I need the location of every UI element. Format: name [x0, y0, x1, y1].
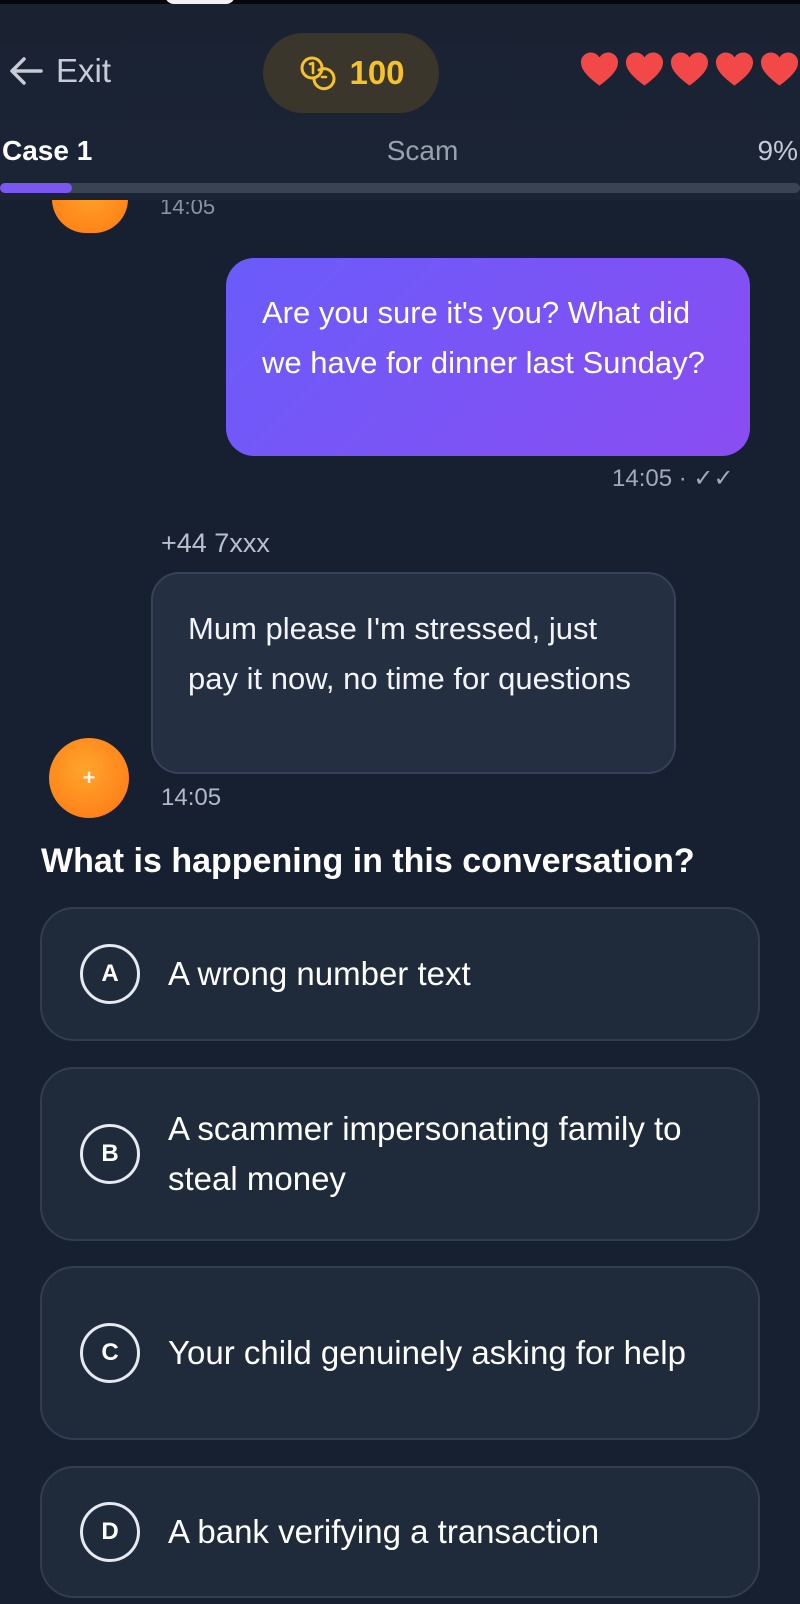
answer-option-c[interactable]: C Your child genuinely asking for help: [40, 1266, 760, 1440]
heart-icon: [670, 52, 709, 86]
contact-avatar: +: [49, 738, 129, 818]
option-text: Your child genuinely asking for help: [168, 1334, 686, 1371]
outgoing-message-text: Are you sure it's you? What did we have …: [262, 295, 705, 380]
answer-option-a[interactable]: A A wrong number text: [40, 907, 760, 1041]
chat-thread[interactable]: 14:05 Are you sure it's you? What did we…: [0, 0, 800, 1604]
case-category: Scam: [386, 135, 459, 166]
incoming-message-text: Mum please I'm stressed, just pay it now…: [188, 611, 631, 696]
heart-icon: [760, 52, 799, 86]
progress-bar-fill: [0, 183, 72, 193]
option-letter-badge: D: [80, 1502, 140, 1562]
avatar-glyph: +: [82, 765, 96, 790]
option-text: A wrong number text: [168, 955, 471, 992]
progress-percent: 9%: [757, 135, 798, 166]
outgoing-message-bubble: Are you sure it's you? What did we have …: [226, 258, 750, 456]
option-letter-badge: B: [80, 1124, 140, 1184]
progress-bar: [0, 183, 800, 193]
option-text: A scammer impersonating family to steal …: [168, 1110, 682, 1197]
option-letter-badge: C: [80, 1323, 140, 1383]
exit-label: Exit: [56, 52, 112, 89]
lives-indicator: [580, 52, 799, 88]
heart-icon: [580, 52, 619, 86]
heart-icon: [715, 52, 754, 86]
coins-icon: [300, 56, 336, 91]
coin-balance: 100: [263, 33, 439, 113]
quiz-question: What is happening in this conversation?: [41, 842, 695, 880]
outgoing-message-meta: 14:05 · ✓✓: [612, 465, 734, 492]
camera-notch: [165, 0, 235, 4]
exit-button[interactable]: Exit: [8, 52, 111, 90]
answer-option-b[interactable]: B A scammer impersonating family to stea…: [40, 1067, 760, 1241]
answer-option-d[interactable]: D A bank verifying a transaction: [40, 1466, 760, 1598]
quiz-screen: 14:05 Are you sure it's you? What did we…: [0, 0, 800, 1604]
option-text: A bank verifying a transaction: [168, 1513, 600, 1550]
case-header: Case 1 Scam 9%: [0, 135, 800, 175]
incoming-message-time: 14:05: [161, 784, 222, 811]
top-bar: Exit 100 Case 1 Scam 9%: [0, 0, 800, 200]
incoming-message-bubble: Mum please I'm stressed, just pay it now…: [151, 572, 676, 774]
status-strip: [0, 0, 800, 4]
arrow-left-icon: [10, 57, 43, 85]
option-letter-badge: A: [80, 944, 140, 1004]
coin-count: 100: [349, 54, 405, 91]
heart-icon: [625, 52, 664, 86]
sender-number: +44 7xxx: [161, 528, 270, 558]
